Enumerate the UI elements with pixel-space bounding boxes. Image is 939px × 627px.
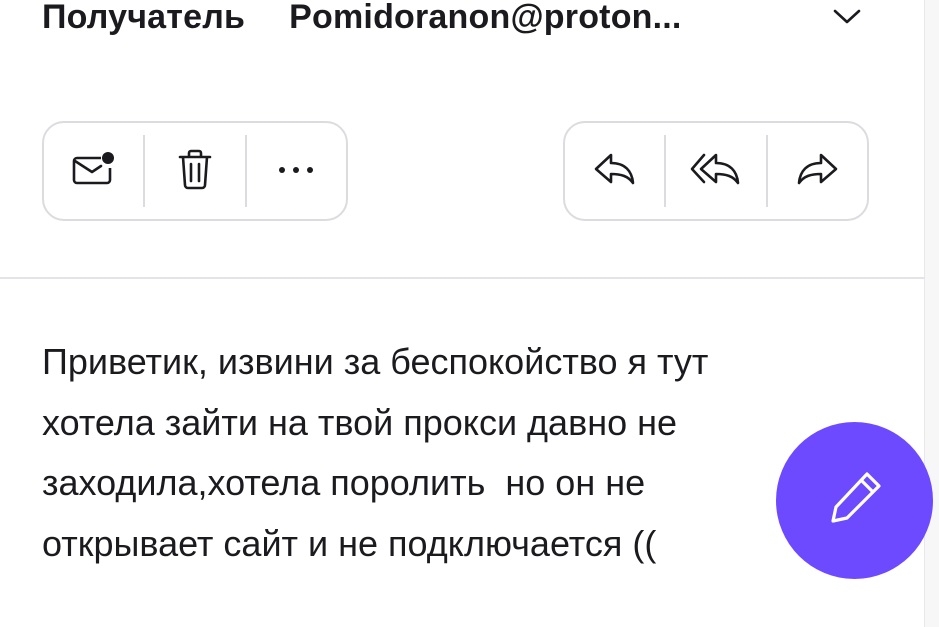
more-options-button[interactable]: [247, 123, 346, 219]
more-options-icon: [276, 162, 316, 180]
message-body: Приветик, извини за беспокойство я тут х…: [42, 341, 709, 564]
mark-unread-button[interactable]: [44, 123, 143, 219]
header-divider: [0, 277, 925, 279]
recipient-label: Получатель: [42, 0, 246, 36]
recipient-address: Pomidoranon@proton...: [289, 0, 682, 36]
reply-actions-toolbar: [563, 121, 869, 221]
chevron-down-icon[interactable]: [832, 2, 862, 32]
mark-unread-icon: [71, 149, 117, 194]
delete-button[interactable]: [145, 123, 244, 219]
reply-button[interactable]: [565, 123, 664, 219]
compose-pencil-icon: [825, 468, 885, 533]
reply-all-button[interactable]: [666, 123, 765, 219]
message-view: Получатель Pomidoranon@proton... Привети…: [0, 0, 939, 627]
compose-button[interactable]: [776, 422, 933, 579]
message-actions-toolbar: [42, 121, 348, 221]
scrollbar[interactable]: [924, 0, 939, 627]
reply-all-icon: [690, 151, 742, 192]
trash-icon: [177, 148, 213, 195]
forward-button[interactable]: [768, 123, 867, 219]
reply-icon: [593, 151, 637, 192]
recipient-row[interactable]: Получатель Pomidoranon@proton...: [42, 0, 882, 48]
forward-icon: [795, 151, 839, 192]
